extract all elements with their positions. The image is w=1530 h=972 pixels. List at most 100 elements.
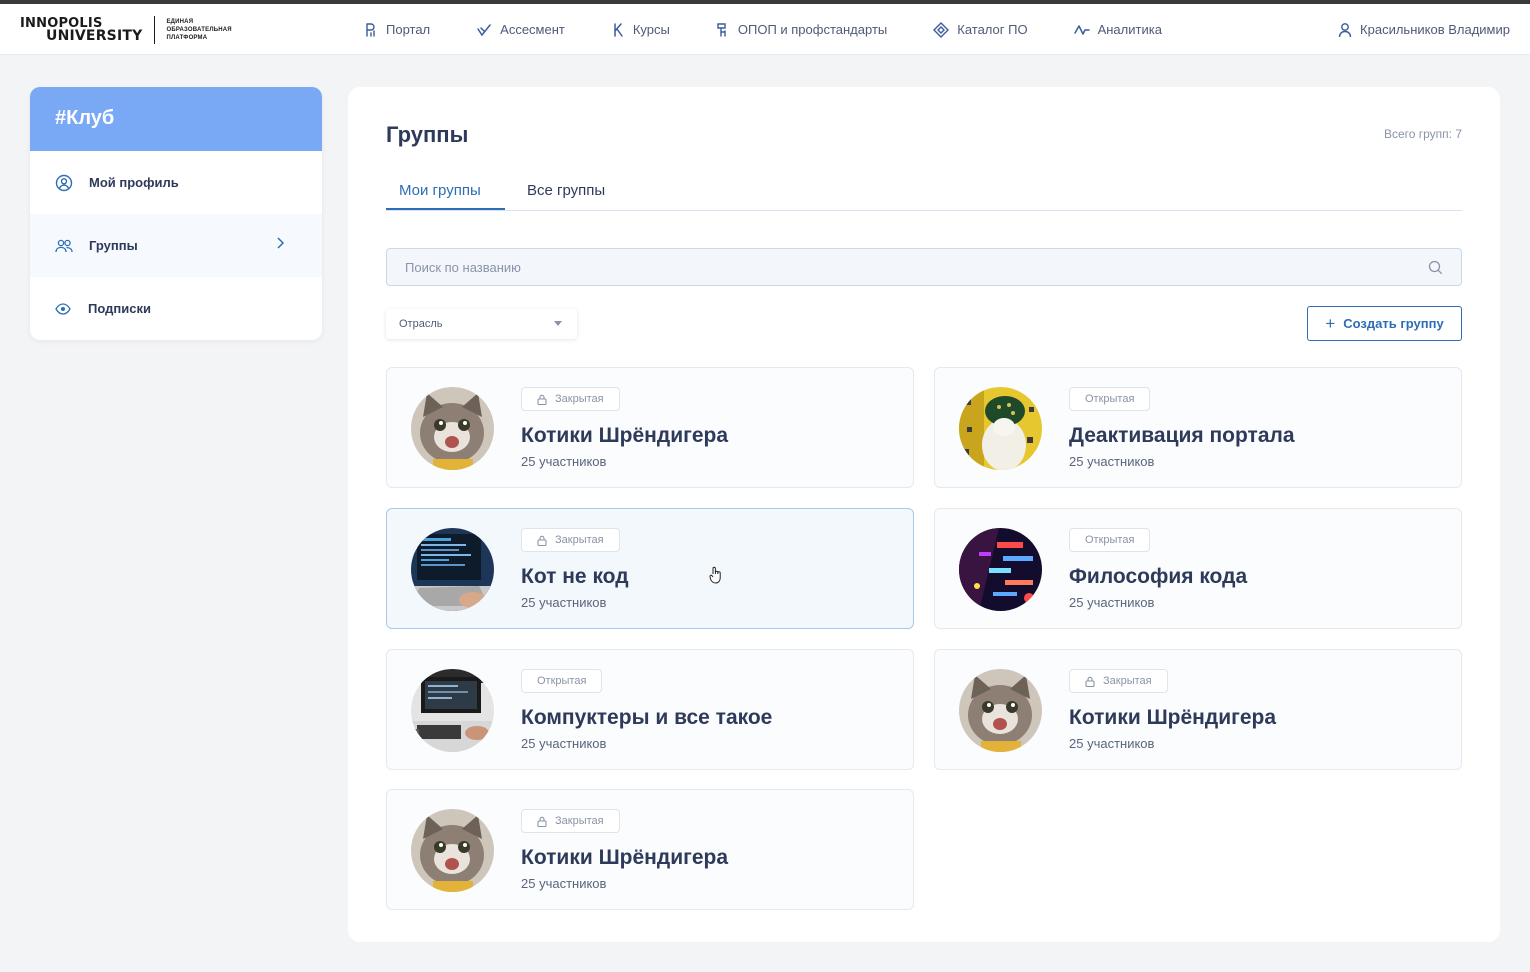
status-badge: Открытая bbox=[521, 669, 603, 693]
group-avatar bbox=[411, 669, 494, 752]
nav-item-standards[interactable]: ОПОП и профстандарты bbox=[716, 22, 887, 38]
courses-icon bbox=[614, 22, 623, 37]
group-avatar bbox=[959, 528, 1042, 611]
analytics-icon bbox=[1073, 24, 1090, 35]
group-title: Котики Шрёндигера bbox=[1069, 706, 1277, 729]
group-card[interactable]: Открытая Компуктеры и все такое 25 участ… bbox=[386, 649, 914, 770]
page-title: Группы bbox=[386, 122, 469, 147]
group-title: Философия кода bbox=[1069, 565, 1248, 588]
create-group-label: Создать группу bbox=[1343, 316, 1444, 331]
nav-item-courses[interactable]: Курсы bbox=[611, 22, 670, 38]
group-members: 25 участников bbox=[521, 736, 607, 751]
industry-filter-select[interactable]: Отрасль bbox=[386, 309, 577, 339]
logo-divider bbox=[154, 16, 156, 44]
standards-icon bbox=[717, 22, 726, 37]
logo-wordmark: INNOPOLIS UNIVERSITY bbox=[20, 17, 143, 44]
status-text: Открытая bbox=[1085, 534, 1135, 546]
nav-label: Аналитика bbox=[1097, 22, 1162, 37]
logo-subtitle: ЕДИНАЯ ОБРАЗОВАТЕЛЬНАЯ ПЛАТФОРМА bbox=[166, 18, 231, 42]
catalog-icon bbox=[933, 21, 950, 38]
group-avatar bbox=[411, 528, 494, 611]
active-tab-underline bbox=[386, 208, 505, 210]
group-members: 25 участников bbox=[1069, 595, 1155, 610]
nav-label: ОПОП и профстандарты bbox=[737, 22, 888, 37]
portal-icon bbox=[366, 22, 375, 37]
search-box bbox=[386, 248, 1462, 286]
sidebar-item-label: Мой профиль bbox=[89, 175, 179, 190]
filter-label: Отрасль bbox=[399, 318, 443, 330]
sidebar-title: #Клуб bbox=[30, 87, 322, 151]
group-card[interactable]: Открытая Философия кода 25 участников bbox=[934, 508, 1462, 629]
status-text: Закрытая bbox=[1103, 675, 1152, 687]
group-avatar bbox=[411, 387, 494, 470]
nav-label: Ассесмент bbox=[500, 22, 565, 37]
logo-sub-line2: ОБРАЗОВАТЕЛЬНАЯ bbox=[166, 27, 232, 33]
logo-line2: UNIVERSITY bbox=[46, 28, 143, 44]
main-nav: Портал Ассесмент Курсы ОПОП и профстанда… bbox=[364, 4, 1162, 55]
lock-icon bbox=[537, 394, 547, 405]
create-group-button[interactable]: + Создать группу bbox=[1307, 306, 1462, 341]
caret-down-icon bbox=[554, 321, 562, 326]
group-members: 25 участников bbox=[521, 454, 607, 469]
lock-icon bbox=[1085, 676, 1095, 687]
nav-label: Курсы bbox=[632, 22, 670, 37]
user-name: Красильников Владимир bbox=[1360, 22, 1510, 37]
group-avatar bbox=[411, 809, 494, 892]
status-badge: Открытая bbox=[1069, 528, 1151, 552]
user-icon bbox=[1338, 22, 1352, 37]
nav-item-catalog[interactable]: Каталог ПО bbox=[933, 21, 1028, 38]
chevron-right-icon bbox=[277, 237, 284, 249]
tab-all-groups[interactable]: Все группы bbox=[527, 182, 605, 199]
group-members: 25 участников bbox=[1069, 736, 1155, 751]
groups-panel: Группы Всего групп: 7 Мои группы Все гру… bbox=[348, 87, 1500, 942]
users-icon bbox=[55, 239, 73, 252]
user-circle-icon bbox=[55, 174, 73, 191]
nav-item-portal[interactable]: Портал bbox=[364, 22, 430, 38]
status-badge: Закрытая bbox=[1069, 669, 1168, 693]
search-input[interactable] bbox=[387, 249, 1461, 285]
group-title: Котики Шрёндигера bbox=[521, 424, 729, 447]
group-card[interactable]: Закрытая Котики Шрёндигера 25 участников bbox=[386, 367, 914, 488]
lock-icon bbox=[537, 535, 547, 546]
status-text: Закрытая bbox=[555, 393, 604, 405]
group-tabs: Мои группы Все группы bbox=[386, 179, 1462, 211]
plus-icon: + bbox=[1325, 313, 1336, 333]
group-title: Деактивация портала bbox=[1069, 424, 1295, 447]
search-icon[interactable] bbox=[1428, 260, 1443, 275]
status-badge: Закрытая bbox=[521, 387, 620, 411]
group-avatar bbox=[959, 387, 1042, 470]
innopolis-logo[interactable]: INNOPOLIS UNIVERSITY ЕДИНАЯ ОБРАЗОВАТЕЛЬ… bbox=[20, 16, 232, 44]
sidebar: #Клуб Мой профиль Группы Подписки bbox=[30, 87, 322, 340]
check-icon bbox=[477, 23, 491, 36]
top-header: INNOPOLIS UNIVERSITY ЕДИНАЯ ОБРАЗОВАТЕЛЬ… bbox=[0, 4, 1530, 55]
group-card[interactable]: Закрытая Котики Шрёндигера 25 участников bbox=[386, 789, 914, 910]
group-members: 25 участников bbox=[1069, 454, 1155, 469]
logo-sub-line1: ЕДИНАЯ bbox=[166, 19, 194, 25]
hand-cursor-icon bbox=[709, 566, 721, 584]
sidebar-item-groups[interactable]: Группы bbox=[30, 214, 322, 277]
status-text: Закрытая bbox=[555, 815, 604, 827]
group-card[interactable]: Закрытая Кот не код 25 участников bbox=[386, 508, 914, 629]
user-menu[interactable]: Красильников Владимир bbox=[1338, 4, 1510, 55]
nav-item-assessment[interactable]: Ассесмент bbox=[476, 22, 565, 37]
eye-icon bbox=[55, 302, 71, 315]
logo-sub-line3: ПЛАТФОРМА bbox=[166, 35, 208, 41]
status-badge: Открытая bbox=[1069, 387, 1151, 411]
group-members: 25 участников bbox=[521, 876, 607, 891]
status-badge: Закрытая bbox=[521, 528, 620, 552]
tab-my-groups[interactable]: Мои группы bbox=[399, 182, 481, 199]
status-text: Закрытая bbox=[555, 534, 604, 546]
nav-item-analytics[interactable]: Аналитика bbox=[1073, 22, 1162, 37]
group-avatar bbox=[959, 669, 1042, 752]
sidebar-item-subscriptions[interactable]: Подписки bbox=[30, 277, 322, 340]
group-card[interactable]: Закрытая Котики Шрёндигера 25 участников bbox=[934, 649, 1462, 770]
sidebar-item-label: Подписки bbox=[88, 301, 151, 316]
group-card[interactable]: Открытая Деактивация портала 25 участник… bbox=[934, 367, 1462, 488]
nav-label: Каталог ПО bbox=[957, 22, 1028, 37]
group-members: 25 участников bbox=[521, 595, 607, 610]
group-title: Котики Шрёндигера bbox=[521, 846, 729, 869]
group-title: Компуктеры и все такое bbox=[521, 706, 773, 729]
nav-label: Портал bbox=[386, 22, 431, 37]
status-text: Открытая bbox=[537, 675, 587, 687]
sidebar-item-profile[interactable]: Мой профиль bbox=[30, 151, 322, 214]
